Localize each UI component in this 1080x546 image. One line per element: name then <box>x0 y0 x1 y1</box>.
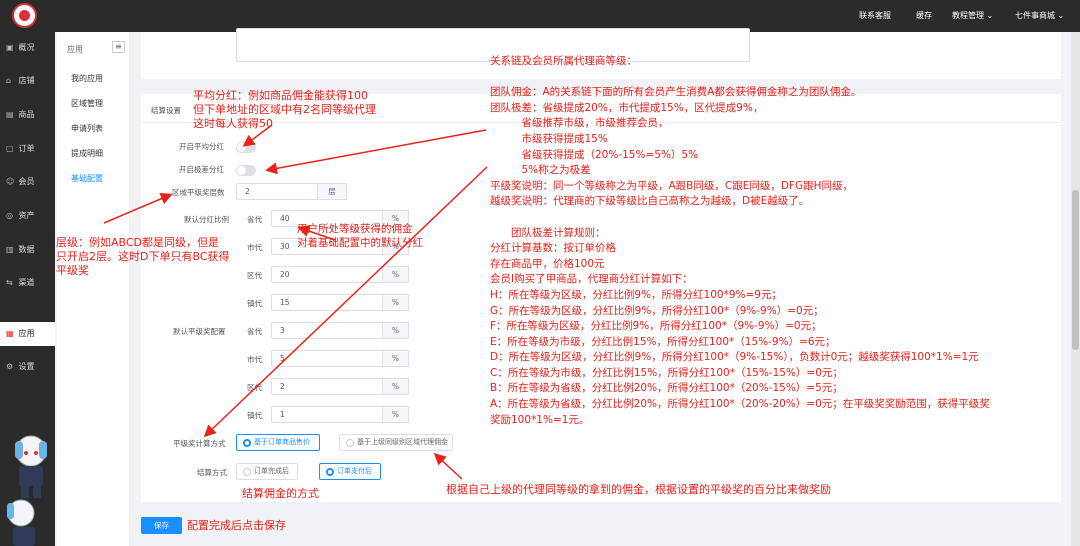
subnav-item-applications[interactable]: 申请列表 <box>71 123 103 134</box>
peer-city-unit: % <box>382 350 409 367</box>
sidebar-item-data[interactable]: ▥ 数据 <box>0 238 55 262</box>
settle-label: 结算方式 <box>197 468 227 477</box>
sidebar-item-goods[interactable]: ▤ 商品 <box>0 103 55 127</box>
mascot-illustration <box>7 435 47 546</box>
subnav-item-base-config[interactable]: 基础配置 <box>71 173 103 184</box>
annotation-save: 配置完成后点击保存 <box>187 519 286 532</box>
order-icon: ▢ <box>6 144 14 153</box>
save-button[interactable]: 保存 <box>141 517 182 534</box>
peer-district-label: 区代 <box>247 383 262 392</box>
peer-province-label: 省代 <box>247 327 262 336</box>
settings-icon: ⚙ <box>6 362 14 371</box>
peer-province-input[interactable]: 3 <box>271 322 383 339</box>
peer-district-input[interactable]: 2 <box>271 378 383 395</box>
sidebar-item-apps[interactable]: ▦ 应用 <box>0 322 55 346</box>
peer-town-input[interactable]: 1 <box>271 406 383 423</box>
scrollbar-thumb[interactable] <box>1072 190 1079 350</box>
ratio-district-unit: % <box>382 266 409 283</box>
subnav-item-my-apps[interactable]: 我的应用 <box>71 73 103 84</box>
dashboard-icon: ▣ <box>6 43 14 52</box>
avg-bonus-label: 开启平均分红 <box>179 142 224 151</box>
asset-icon: ◎ <box>6 211 13 220</box>
shop-menu[interactable]: 七件事商城 ⌄ <box>1015 0 1064 32</box>
diff-bonus-label: 开启极差分红 <box>179 165 224 174</box>
sidebar-item-orders[interactable]: ▢ 订单 <box>0 137 55 161</box>
peer-levels-unit: 层 <box>317 183 347 200</box>
ratio-town-unit: % <box>382 294 409 311</box>
menu-toggle-icon[interactable]: ≡ <box>112 41 125 53</box>
goods-icon: ▤ <box>6 110 14 119</box>
ratio-district-input[interactable]: 20 <box>271 266 383 283</box>
default-peer-label: 默认平级奖配置 <box>173 327 226 336</box>
sidebar-item-store[interactable]: ⌂ 店铺 <box>0 69 55 93</box>
ratio-district-label: 区代 <box>247 271 262 280</box>
sidebar-item-assets[interactable]: ◎ 资产 <box>0 204 55 228</box>
annotation-commission: 用户所处等级获得的佣金 对着基础配置中的默认分红 <box>297 223 423 249</box>
settle-option-paid[interactable]: 订单支付后 <box>319 463 381 480</box>
sidebar-item-settings[interactable]: ⚙ 设置 <box>0 355 55 379</box>
member-icon: ☺ <box>6 177 15 186</box>
annotation-rules: 关系链及会员所属代理商等级： 团队佣金：A的关系链下面的所有会员产生消费A都会获… <box>490 55 990 426</box>
apps-icon: ▦ <box>6 329 14 338</box>
annotation-level: 层级：例如ABCD都是同级，但是 只开启2层。这时D下单只有BC获得 平级奖 <box>56 236 230 277</box>
sidebar-item-overview[interactable]: ▣ 概况 <box>0 36 55 60</box>
subnav-item-commission[interactable]: 提成明细 <box>71 148 103 159</box>
store-icon: ⌂ <box>6 76 12 85</box>
avg-bonus-toggle[interactable] <box>236 142 256 153</box>
annotation-peer-calc: 根据自己上级的代理同等级的拿到的佣金，根据设置的平级奖的百分比来做奖励 <box>446 483 831 496</box>
ratio-town-label: 镇代 <box>247 299 262 308</box>
default-ratio-label: 默认分红比例 <box>184 215 229 224</box>
brand-logo[interactable] <box>12 3 37 28</box>
section-title: 结算设置 <box>151 106 181 115</box>
customer-service-link[interactable]: 联系客服 <box>859 0 891 32</box>
peer-province-unit: % <box>382 322 409 339</box>
annotation-settle: 结算佣金的方式 <box>242 487 319 500</box>
peer-city-input[interactable]: 5 <box>271 350 383 367</box>
cache-link[interactable]: 缓存 <box>916 0 932 32</box>
peer-calc-option-price[interactable]: 基于订单商品售价 <box>236 434 320 451</box>
diff-bonus-toggle[interactable] <box>236 165 256 176</box>
annotation-avg: 平均分红：例如商品佣金能获得100 但下单地址的区域中有2名同等级代理 这时每人… <box>193 89 376 130</box>
ratio-city-label: 市代 <box>247 243 262 252</box>
ratio-province-label: 省代 <box>247 215 262 224</box>
peer-levels-label: 区域平级奖层数 <box>172 188 225 197</box>
subnav-title: 应用 <box>67 45 83 54</box>
peer-calc-option-commission[interactable]: 基于上级同级别区域代理佣金 <box>339 434 453 451</box>
sidebar-item-members[interactable]: ☺ 会员 <box>0 170 55 194</box>
peer-calc-label: 平级奖计算方式 <box>173 439 226 448</box>
ratio-town-input[interactable]: 15 <box>271 294 383 311</box>
peer-town-label: 镇代 <box>247 411 262 420</box>
peer-town-unit: % <box>382 406 409 423</box>
channel-icon: ⇆ <box>6 278 13 287</box>
subnav-item-region[interactable]: 区域管理 <box>71 98 103 109</box>
settle-option-completed[interactable]: 订单完成后 <box>236 463 298 480</box>
sidebar-item-channels[interactable]: ⇆ 渠道 <box>0 271 55 295</box>
tutorial-menu[interactable]: 教程管理 ⌄ <box>952 0 993 32</box>
data-icon: ▥ <box>6 245 14 254</box>
peer-city-label: 市代 <box>247 355 262 364</box>
peer-levels-input[interactable]: 2 <box>236 183 318 200</box>
peer-district-unit: % <box>382 378 409 395</box>
sub-sidebar: 应用 ≡ 我的应用 区域管理 申请列表 提成明细 基础配置 <box>57 32 129 546</box>
